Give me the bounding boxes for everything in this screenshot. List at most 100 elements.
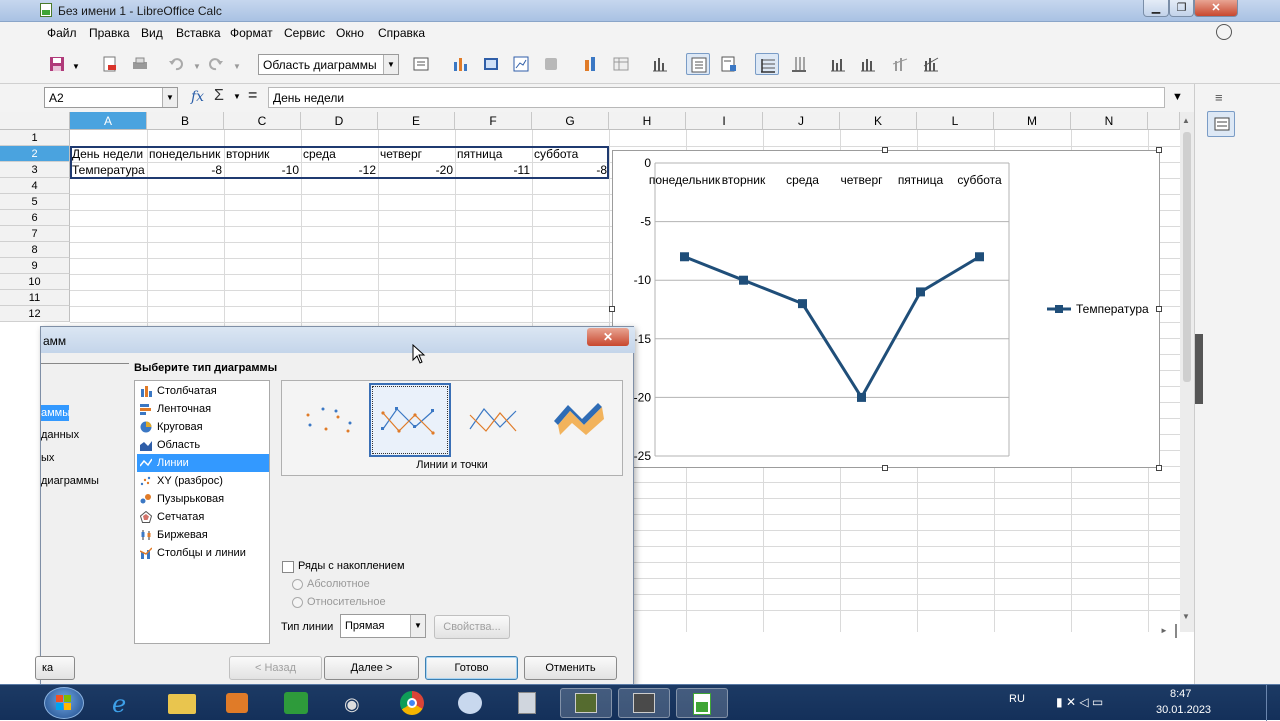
- vertical-scrollbar[interactable]: ▲ ▼: [1180, 112, 1194, 632]
- sum-dropdown-icon[interactable]: ▼: [233, 92, 241, 101]
- legend-button[interactable]: [717, 53, 741, 75]
- resize-handle[interactable]: [882, 147, 888, 153]
- menu-help[interactable]: Справка: [378, 26, 425, 40]
- list-item-column-line[interactable]: Столбцы и линии: [137, 544, 269, 562]
- taskbar-calc[interactable]: [676, 688, 728, 718]
- row-header-6[interactable]: 6: [0, 210, 70, 226]
- column-header-f[interactable]: F: [455, 112, 532, 130]
- row-header-11[interactable]: 11: [0, 290, 70, 306]
- list-item-net[interactable]: Сетчатая: [137, 508, 269, 526]
- taskbar-chrome[interactable]: [386, 688, 438, 718]
- row-header-5[interactable]: 5: [0, 194, 70, 210]
- row-header-3[interactable]: 3: [0, 162, 70, 178]
- name-box[interactable]: A2 ▼: [44, 87, 178, 108]
- resize-handle[interactable]: [882, 465, 888, 471]
- chart-type-button[interactable]: [448, 53, 472, 75]
- column-header-m[interactable]: M: [994, 112, 1071, 130]
- row-header-9[interactable]: 9: [0, 258, 70, 274]
- tray-icons[interactable]: ▮ ✕ ◁ ▭: [1056, 695, 1103, 709]
- column-header-g[interactable]: G: [532, 112, 609, 130]
- save-button[interactable]: [45, 53, 69, 75]
- stacked-checkbox[interactable]: [282, 561, 294, 573]
- line-chart[interactable]: 0 -5 -10 -15 -20 -25 понедельник вторник среда че…: [613, 151, 1159, 467]
- globe-icon[interactable]: [1216, 24, 1232, 40]
- undo-button[interactable]: [164, 53, 188, 75]
- properties-button[interactable]: Свойства...: [434, 615, 510, 639]
- chevron-down-icon[interactable]: ▼: [410, 615, 425, 637]
- line-type-select[interactable]: Прямая ▼: [340, 614, 426, 638]
- dialog-close-button[interactable]: ✕: [587, 328, 629, 346]
- legend-toggle-button[interactable]: [686, 53, 710, 75]
- function-wizard-icon[interactable]: fx: [191, 89, 204, 105]
- list-item-area[interactable]: Область: [137, 436, 269, 454]
- resize-handle[interactable]: [1156, 465, 1162, 471]
- show-desktop-button[interactable]: [1266, 685, 1280, 721]
- step-data-series[interactable]: ых: [41, 452, 54, 464]
- scroll-up-icon[interactable]: ▲: [1182, 116, 1190, 125]
- list-item-bar[interactable]: Ленточная: [137, 400, 269, 418]
- row-header-12[interactable]: 12: [0, 306, 70, 322]
- column-header-h[interactable]: H: [609, 112, 686, 130]
- variant-points-and-lines[interactable]: [369, 383, 451, 457]
- column-header-k[interactable]: K: [840, 112, 917, 130]
- formula-equals-icon[interactable]: =: [248, 87, 257, 105]
- scroll-down-icon[interactable]: ▼: [1182, 612, 1190, 621]
- help-button[interactable]: ка: [35, 656, 75, 680]
- taskbar-app-1[interactable]: [560, 688, 612, 718]
- chart-element-select[interactable]: Область диаграммы ▼: [258, 54, 399, 75]
- menu-insert[interactable]: Вставка: [176, 26, 221, 40]
- menu-window[interactable]: Окно: [336, 26, 364, 40]
- undo-dropdown-icon[interactable]: ▼: [193, 62, 201, 71]
- expand-formula-icon[interactable]: ▼: [1172, 91, 1183, 103]
- row-header-2[interactable]: 2: [0, 146, 70, 162]
- sidebar-collapse-handle[interactable]: [1195, 334, 1203, 404]
- properties-deck-button[interactable]: [1207, 111, 1235, 137]
- menu-view[interactable]: Вид: [141, 26, 163, 40]
- row-header-7[interactable]: 7: [0, 226, 70, 242]
- scroll-thumb[interactable]: [1183, 132, 1191, 382]
- row-header-10[interactable]: 10: [0, 274, 70, 290]
- menu-file[interactable]: Файл: [47, 26, 77, 40]
- taskbar-app-green[interactable]: [270, 688, 322, 718]
- chart-wall-button[interactable]: [479, 53, 503, 75]
- resize-handle[interactable]: [609, 306, 615, 312]
- select-all-corner[interactable]: [0, 112, 70, 130]
- insert-titles-button[interactable]: [888, 53, 912, 75]
- scale-text-button[interactable]: [826, 53, 850, 75]
- scroll-right-icon[interactable]: ►: [1160, 626, 1168, 635]
- step-data-range[interactable]: данных: [41, 429, 79, 441]
- print-button[interactable]: [128, 53, 152, 75]
- clock-date[interactable]: 30.01.2023: [1156, 704, 1211, 716]
- export-pdf-button[interactable]: [98, 53, 122, 75]
- taskbar-network[interactable]: ◉: [328, 688, 380, 718]
- list-item-line[interactable]: Линии: [137, 454, 269, 472]
- horizontal-grids-button[interactable]: [648, 53, 672, 75]
- minimize-button[interactable]: ▁: [1143, 0, 1169, 17]
- auto-layout-button[interactable]: [856, 53, 880, 75]
- taskbar-calculator[interactable]: [502, 688, 554, 718]
- row-header-1[interactable]: 1: [0, 130, 70, 146]
- column-header-j[interactable]: J: [763, 112, 840, 130]
- chart-floor-button[interactable]: [539, 53, 563, 75]
- column-header-l[interactable]: L: [917, 112, 994, 130]
- taskbar-app-2[interactable]: [618, 688, 670, 718]
- menu-format[interactable]: Формат: [230, 26, 273, 40]
- resize-handle[interactable]: [1156, 306, 1162, 312]
- cancel-button[interactable]: Отменить: [524, 656, 617, 680]
- column-header-b[interactable]: B: [147, 112, 224, 130]
- chevron-down-icon[interactable]: ▼: [162, 88, 177, 107]
- column-header-e[interactable]: E: [378, 112, 455, 130]
- step-chart-type[interactable]: аммы: [41, 405, 70, 421]
- horizontal-gridlines-button[interactable]: [755, 53, 779, 75]
- chart-type-list[interactable]: Столбчатая Ленточная Круговая Область Ли…: [134, 380, 270, 644]
- sidebar-menu-icon[interactable]: ≡: [1215, 90, 1223, 105]
- chevron-down-icon[interactable]: ▼: [383, 55, 398, 74]
- data-ranges-button[interactable]: [609, 53, 633, 75]
- chart-area[interactable]: 0 -5 -10 -15 -20 -25 понедельник вторник среда че…: [612, 150, 1160, 468]
- column-header-a[interactable]: A: [70, 112, 147, 130]
- list-item-bubble[interactable]: Пузырьковая: [137, 490, 269, 508]
- column-header-c[interactable]: C: [224, 112, 301, 130]
- save-dropdown-icon[interactable]: ▼: [72, 62, 80, 71]
- column-header-o[interactable]: [1148, 112, 1180, 130]
- menu-tools[interactable]: Сервис: [284, 26, 325, 40]
